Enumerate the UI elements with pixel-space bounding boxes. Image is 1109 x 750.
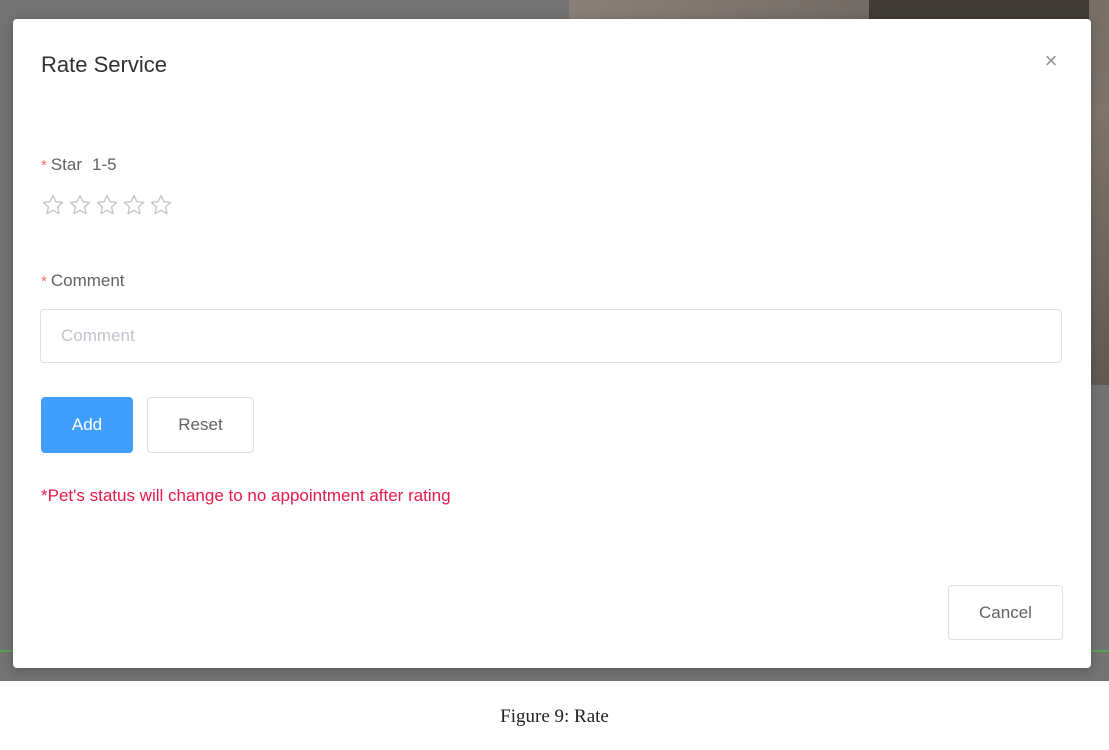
star-outline-icon[interactable]: [95, 193, 119, 217]
star-label-text: Star: [50, 155, 83, 174]
comment-input[interactable]: [40, 309, 1062, 363]
star-outline-icon[interactable]: [68, 193, 92, 217]
close-icon[interactable]: ×: [1039, 49, 1063, 73]
reset-button[interactable]: Reset: [147, 397, 254, 453]
rate-service-dialog: Rate Service × *Star1-5 *Comment Add Res…: [13, 19, 1091, 668]
required-mark: *: [41, 157, 47, 174]
star-range-text: 1-5: [92, 155, 117, 174]
cancel-button[interactable]: Cancel: [948, 585, 1063, 640]
comment-field-label: * Comment: [41, 271, 125, 291]
star-outline-icon[interactable]: [41, 193, 65, 217]
star-field-label: * Star 1-5: [41, 155, 117, 175]
status-notice: *Pet's status will change to no appointm…: [41, 486, 451, 505]
comment-label-text: Comment: [50, 271, 125, 290]
dialog-title: Rate Service: [41, 52, 167, 77]
star-rating[interactable]: [41, 193, 173, 217]
star-outline-icon[interactable]: [122, 193, 146, 217]
add-button[interactable]: Add: [41, 397, 133, 453]
required-mark: *: [41, 273, 47, 290]
figure-caption: Figure 9: Rate: [500, 706, 609, 727]
star-outline-icon[interactable]: [149, 193, 173, 217]
